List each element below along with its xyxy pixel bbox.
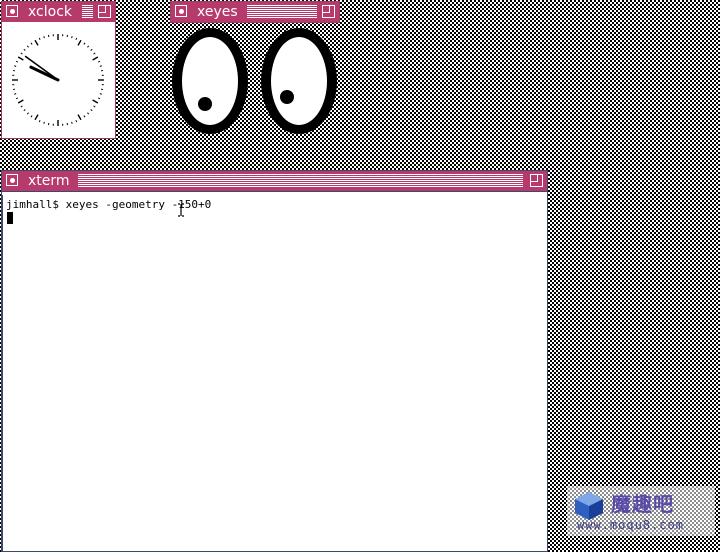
clock-minute-tick xyxy=(27,113,28,114)
clock-hour-tick xyxy=(18,57,23,60)
clock-minute-tick xyxy=(87,46,88,47)
window-menu-icon[interactable] xyxy=(175,5,187,17)
xterm-window[interactable]: xterm jimhall$ xeyes -geometry -150+0 xyxy=(1,170,548,552)
clock-minute-tick xyxy=(24,49,25,50)
window-title: xeyes xyxy=(197,2,242,22)
clock-minute-tick xyxy=(21,106,23,107)
clock-minute-tick xyxy=(100,66,102,67)
clock-minute-tick xyxy=(44,122,45,124)
clock-minute-tick xyxy=(14,94,16,95)
clock-hour-tick xyxy=(93,100,98,103)
eyes-graphic xyxy=(170,23,340,137)
window-title: xterm xyxy=(28,171,74,191)
xeyes-window[interactable]: xeyes xyxy=(170,1,340,137)
clock-hour-tick xyxy=(78,40,81,45)
clock-minute-tick xyxy=(16,61,18,62)
clock-hour-tick xyxy=(18,100,23,103)
clock-hour-tick xyxy=(93,57,98,60)
clock-minute-tick xyxy=(87,113,88,114)
xterm-titlebar[interactable]: xterm xyxy=(2,171,547,192)
clock-minute-tick xyxy=(98,98,100,99)
clock-minute-tick xyxy=(84,43,85,45)
clock-minute-tick xyxy=(94,106,96,107)
eyes xyxy=(170,23,340,137)
clock-minute-tick xyxy=(91,49,92,50)
window-menu-icon[interactable] xyxy=(6,5,18,17)
clock-minute-tick xyxy=(14,66,16,67)
clock-hour-tick xyxy=(35,115,38,120)
clock-minute-tick xyxy=(72,36,73,38)
clock-hour-tick xyxy=(35,40,38,45)
clock-minute-tick xyxy=(39,120,40,122)
clock-minute-tick xyxy=(98,61,100,62)
clock-minute-tick xyxy=(94,53,96,54)
clock-hour-tick xyxy=(78,115,81,120)
hour-hand xyxy=(31,67,58,80)
resize-icon[interactable] xyxy=(530,174,543,187)
window-menu-icon[interactable] xyxy=(6,174,18,186)
clock-minute-tick xyxy=(27,46,28,47)
clock-minute-tick xyxy=(72,122,73,124)
resize-icon[interactable] xyxy=(98,5,111,18)
xclock-titlebar[interactable]: xclock xyxy=(2,2,115,22)
right-pupil xyxy=(280,90,294,104)
watermark-logo: 魔趣吧 www.moqu8.com xyxy=(567,486,715,536)
xeyes-titlebar[interactable]: xeyes xyxy=(170,1,340,23)
clock-minute-tick xyxy=(31,43,32,45)
clock-dial xyxy=(2,23,115,138)
clock-minute-tick xyxy=(24,109,25,110)
ibeam-cursor-icon xyxy=(177,203,185,217)
left-eye-white xyxy=(182,37,238,125)
terminal-area[interactable]: jimhall$ xeyes -geometry -150+0 xyxy=(2,195,547,551)
title-stripes xyxy=(78,174,523,188)
clock-minute-tick xyxy=(76,120,77,122)
clock-minute-tick xyxy=(84,116,85,118)
title-stripes xyxy=(82,5,93,19)
watermark-url: www.moqu8.com xyxy=(577,518,684,532)
clock-minute-tick xyxy=(21,53,23,54)
clock-minute-tick xyxy=(31,116,32,118)
clock-minute-tick xyxy=(100,94,102,95)
right-eye-white xyxy=(271,37,327,125)
window-title: xclock xyxy=(28,2,76,22)
clock-minute-tick xyxy=(39,38,40,40)
resize-icon[interactable] xyxy=(322,5,335,18)
clock-face xyxy=(2,23,115,138)
xclock-window[interactable]: xclock xyxy=(1,1,116,139)
clock-minute-tick xyxy=(91,109,92,110)
clock-minute-tick xyxy=(76,38,77,40)
title-stripes xyxy=(247,5,317,19)
clock-minute-tick xyxy=(44,36,45,38)
clock-minute-tick xyxy=(16,98,18,99)
left-pupil xyxy=(198,97,212,111)
watermark-text: 魔趣吧 xyxy=(611,488,674,517)
terminal-cursor xyxy=(7,212,13,224)
